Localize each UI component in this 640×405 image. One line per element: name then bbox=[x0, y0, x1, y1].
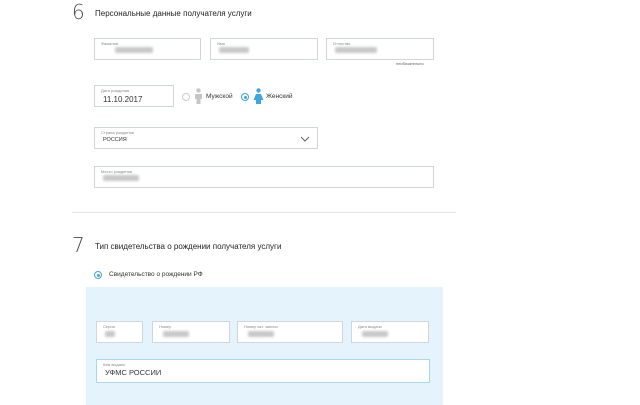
certificate-details-panel bbox=[86, 287, 443, 405]
name-value-redacted bbox=[219, 47, 249, 53]
record-number-label: Номер акт. записи bbox=[244, 324, 278, 329]
section-7-title: Тип свидетельства о рождении получателя … bbox=[95, 242, 282, 251]
patronymic-field[interactable]: Отчество bbox=[326, 38, 434, 60]
section-divider bbox=[72, 212, 456, 213]
patronymic-value-redacted bbox=[335, 47, 377, 53]
section-7-number: 7 bbox=[72, 233, 85, 257]
series-value-redacted bbox=[105, 331, 115, 337]
country-label: Страна рождения bbox=[101, 130, 134, 135]
surname-field[interactable]: Фамилия bbox=[94, 38, 201, 60]
certificate-rf-radio[interactable] bbox=[94, 271, 102, 279]
surname-value-redacted bbox=[115, 47, 153, 53]
surname-label: Фамилия bbox=[101, 41, 118, 46]
issued-by-label: Кем выдано bbox=[103, 362, 126, 367]
male-person-icon bbox=[195, 88, 202, 104]
birthdate-label: Дата рождения bbox=[101, 88, 130, 93]
issued-by-field[interactable]: Кем выдано УФМС РОССИИ bbox=[96, 359, 430, 383]
number-label: Номер bbox=[159, 324, 172, 329]
section-6-number: 6 bbox=[72, 0, 85, 24]
gender-female-radio[interactable] bbox=[241, 93, 249, 101]
country-select[interactable]: Страна рождения РОССИЯ bbox=[94, 127, 318, 149]
chevron-down-icon bbox=[300, 136, 310, 142]
gender-male-label[interactable]: Мужской bbox=[206, 93, 233, 100]
issue-date-field[interactable]: Дата выдачи bbox=[351, 321, 429, 343]
gender-female-label[interactable]: Женский bbox=[266, 93, 292, 100]
section-6-title: Персональные данные получателя услуги bbox=[95, 9, 252, 18]
country-value: РОССИЯ bbox=[103, 137, 127, 143]
record-number-field[interactable]: Номер акт. записи bbox=[237, 321, 343, 343]
issued-by-value: УФМС РОССИИ bbox=[105, 368, 162, 377]
number-field[interactable]: Номер bbox=[152, 321, 230, 343]
record-number-value-redacted bbox=[248, 331, 274, 337]
certificate-rf-label[interactable]: Свидетельство о рождении РФ bbox=[109, 271, 203, 278]
optional-note: необязательно bbox=[396, 61, 424, 66]
issue-date-value-redacted bbox=[362, 331, 388, 337]
female-person-icon bbox=[253, 88, 264, 104]
name-field[interactable]: Имя bbox=[210, 38, 318, 60]
birthplace-label: Место рождения bbox=[101, 169, 132, 174]
birthdate-value: 11.10.2017 bbox=[103, 95, 143, 104]
birthdate-field[interactable]: Дата рождения 11.10.2017 bbox=[94, 85, 174, 107]
series-field[interactable]: Серия bbox=[96, 321, 143, 343]
series-label: Серия bbox=[103, 324, 115, 329]
issue-date-label: Дата выдачи bbox=[358, 324, 382, 329]
patronymic-label: Отчество bbox=[333, 41, 351, 46]
gender-male-radio[interactable] bbox=[182, 93, 190, 101]
number-value-redacted bbox=[163, 331, 189, 337]
birthplace-value-redacted bbox=[103, 175, 139, 181]
birthplace-field[interactable]: Место рождения bbox=[94, 166, 434, 188]
name-label: Имя bbox=[217, 41, 225, 46]
